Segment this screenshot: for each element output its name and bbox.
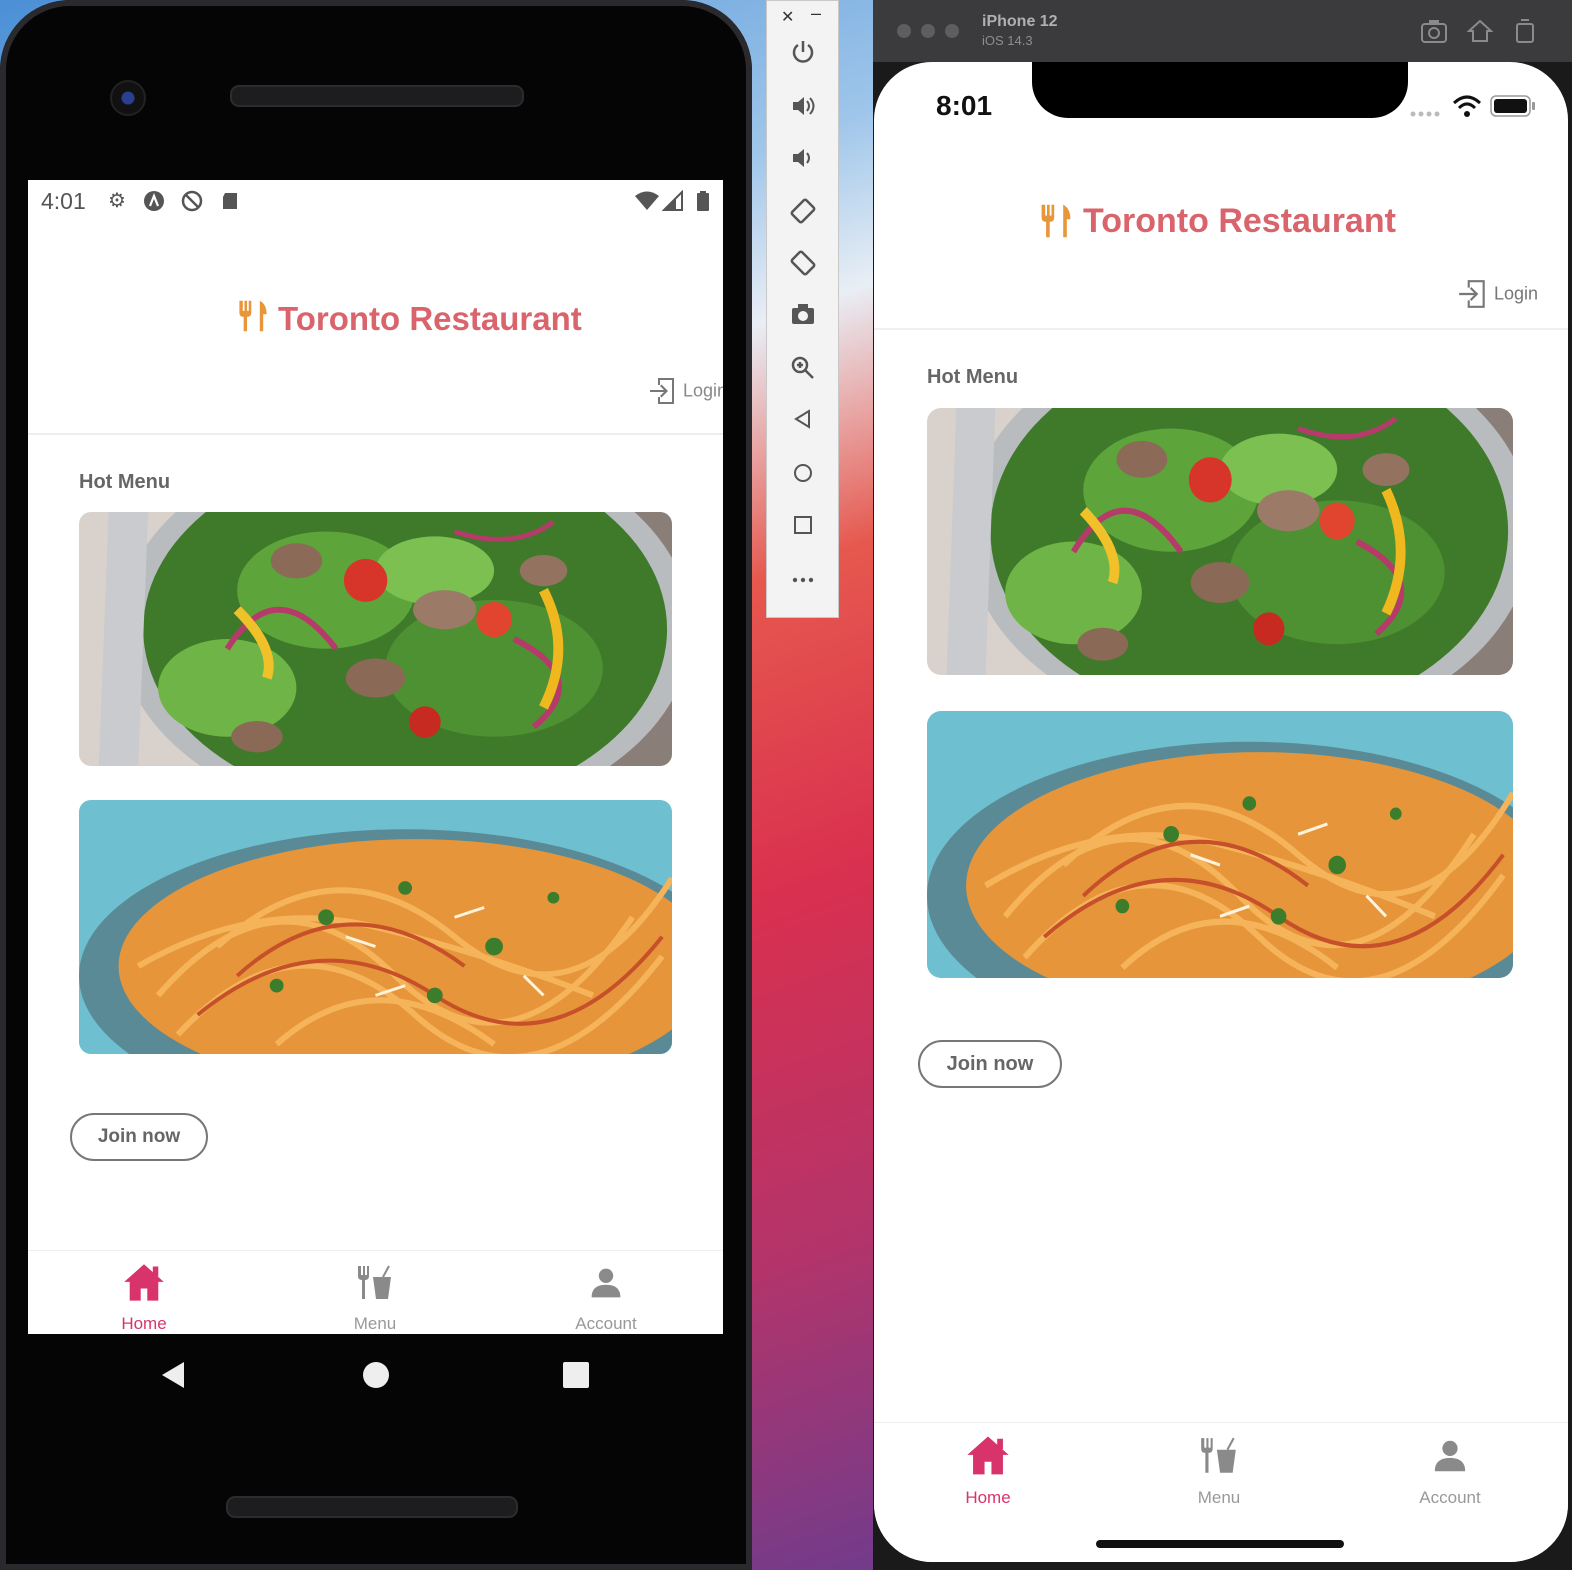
minimize-icon[interactable]: – — [811, 3, 821, 24]
a-icon — [143, 190, 165, 212]
android-bottom-speaker — [226, 1496, 518, 1518]
battery-icon — [692, 190, 714, 212]
tab-account-label: Account — [575, 1314, 637, 1333]
restaurant-logo-icon — [1038, 202, 1074, 240]
ios-simulator-titlebar — [873, 0, 1572, 62]
login-button[interactable]: Login — [648, 376, 723, 406]
android-nav-bar — [28, 1334, 723, 1414]
home-icon — [965, 1433, 1011, 1479]
app-title: Toronto Restaurant — [1083, 202, 1396, 240]
login-button[interactable]: Login — [1457, 278, 1538, 310]
signal-dots-icon — [1410, 111, 1440, 117]
tab-menu-label: Menu — [1197, 1488, 1241, 1507]
login-label: Login — [1494, 283, 1539, 304]
tab-menu[interactable]: Menu — [1169, 1433, 1269, 1508]
ios-battery-icon — [1490, 95, 1535, 117]
window-zoom-button[interactable] — [945, 24, 959, 38]
window-close-button[interactable] — [897, 24, 911, 38]
tab-account-label: Account — [1419, 1488, 1481, 1507]
person-icon — [588, 1261, 624, 1305]
ios-notch — [1032, 62, 1408, 118]
menu-item-salad-image[interactable] — [927, 408, 1513, 675]
recents-nav-icon[interactable] — [561, 1360, 591, 1390]
simulator-device-name: iPhone 12 — [982, 13, 1058, 30]
home-indicator[interactable] — [1096, 1540, 1344, 1548]
overview-icon[interactable] — [767, 513, 838, 553]
settings-icon: ⚙ — [108, 190, 126, 212]
menu-item-salad-image[interactable] — [79, 512, 672, 766]
screenshot-icon[interactable] — [1420, 18, 1448, 44]
login-icon — [1457, 278, 1489, 310]
window-minimize-button[interactable] — [921, 24, 935, 38]
more-icon[interactable] — [767, 567, 838, 607]
tab-home-label: Home — [121, 1314, 167, 1333]
back-nav-icon[interactable] — [158, 1360, 188, 1390]
ios-screen: 8:01 Toronto Restaurant Login Hot Menu J… — [874, 62, 1568, 1562]
tab-menu-label: Menu — [353, 1314, 397, 1333]
person-icon — [1431, 1433, 1469, 1479]
tab-account[interactable]: Account — [556, 1261, 656, 1334]
volume-up-icon[interactable] — [767, 93, 838, 133]
menu-item-spaghetti-image[interactable] — [79, 800, 672, 1054]
utensils-drink-icon — [355, 1261, 395, 1305]
section-title-hot-menu: Hot Menu — [79, 471, 171, 493]
do-not-disturb-icon — [181, 190, 203, 212]
home-nav-icon[interactable] — [361, 1360, 391, 1390]
header-divider — [874, 328, 1568, 330]
utensils-drink-icon — [1198, 1433, 1240, 1479]
menu-item-spaghetti-image[interactable] — [927, 711, 1513, 978]
rotate-right-icon[interactable] — [767, 249, 838, 289]
android-earpiece — [230, 85, 524, 107]
cell-signal-icon — [661, 189, 684, 212]
tab-account[interactable]: Account — [1400, 1433, 1500, 1508]
emulator-toolbar: ✕ – — [766, 0, 839, 618]
android-status-time: 4:01 — [41, 188, 86, 214]
login-label: Login — [683, 380, 723, 401]
tab-menu[interactable]: Menu — [325, 1261, 425, 1334]
header-divider — [28, 433, 723, 435]
bottom-tab-bar: Home Menu Account — [28, 1250, 723, 1334]
tab-home-label: Home — [965, 1488, 1011, 1507]
tab-home[interactable]: Home — [938, 1433, 1038, 1508]
login-icon — [648, 376, 678, 406]
close-icon[interactable]: ✕ — [781, 7, 794, 27]
rotate-left-icon[interactable] — [767, 197, 838, 237]
sd-card-icon — [219, 190, 241, 212]
android-screen: 4:01 ⚙ Toronto Restaurant Login Hot Menu — [28, 180, 723, 1334]
app-title: Toronto Restaurant — [278, 300, 582, 337]
section-title-hot-menu: Hot Menu — [927, 366, 1019, 388]
android-status-bar: 4:01 ⚙ — [28, 180, 723, 222]
ios-wifi-icon — [1452, 95, 1482, 117]
restaurant-logo-icon — [236, 298, 270, 334]
wifi-icon — [634, 190, 659, 212]
simulator-os-version: iOS 14.3 — [982, 33, 1033, 48]
home-icon — [122, 1261, 166, 1305]
ios-status-time: 8:01 — [936, 90, 993, 121]
volume-down-icon[interactable] — [767, 145, 838, 185]
camera-icon[interactable] — [767, 301, 838, 341]
back-icon[interactable] — [767, 407, 838, 447]
device-home-icon[interactable] — [1467, 18, 1493, 44]
home-circle-icon[interactable] — [767, 461, 838, 501]
tab-home[interactable]: Home — [94, 1261, 194, 1334]
join-now-button[interactable]: Join now — [70, 1113, 208, 1161]
zoom-icon[interactable] — [767, 355, 838, 395]
rotate-device-icon[interactable] — [1513, 18, 1537, 44]
join-now-button[interactable]: Join now — [918, 1040, 1062, 1088]
android-front-camera — [110, 80, 146, 116]
power-icon[interactable] — [767, 39, 838, 79]
